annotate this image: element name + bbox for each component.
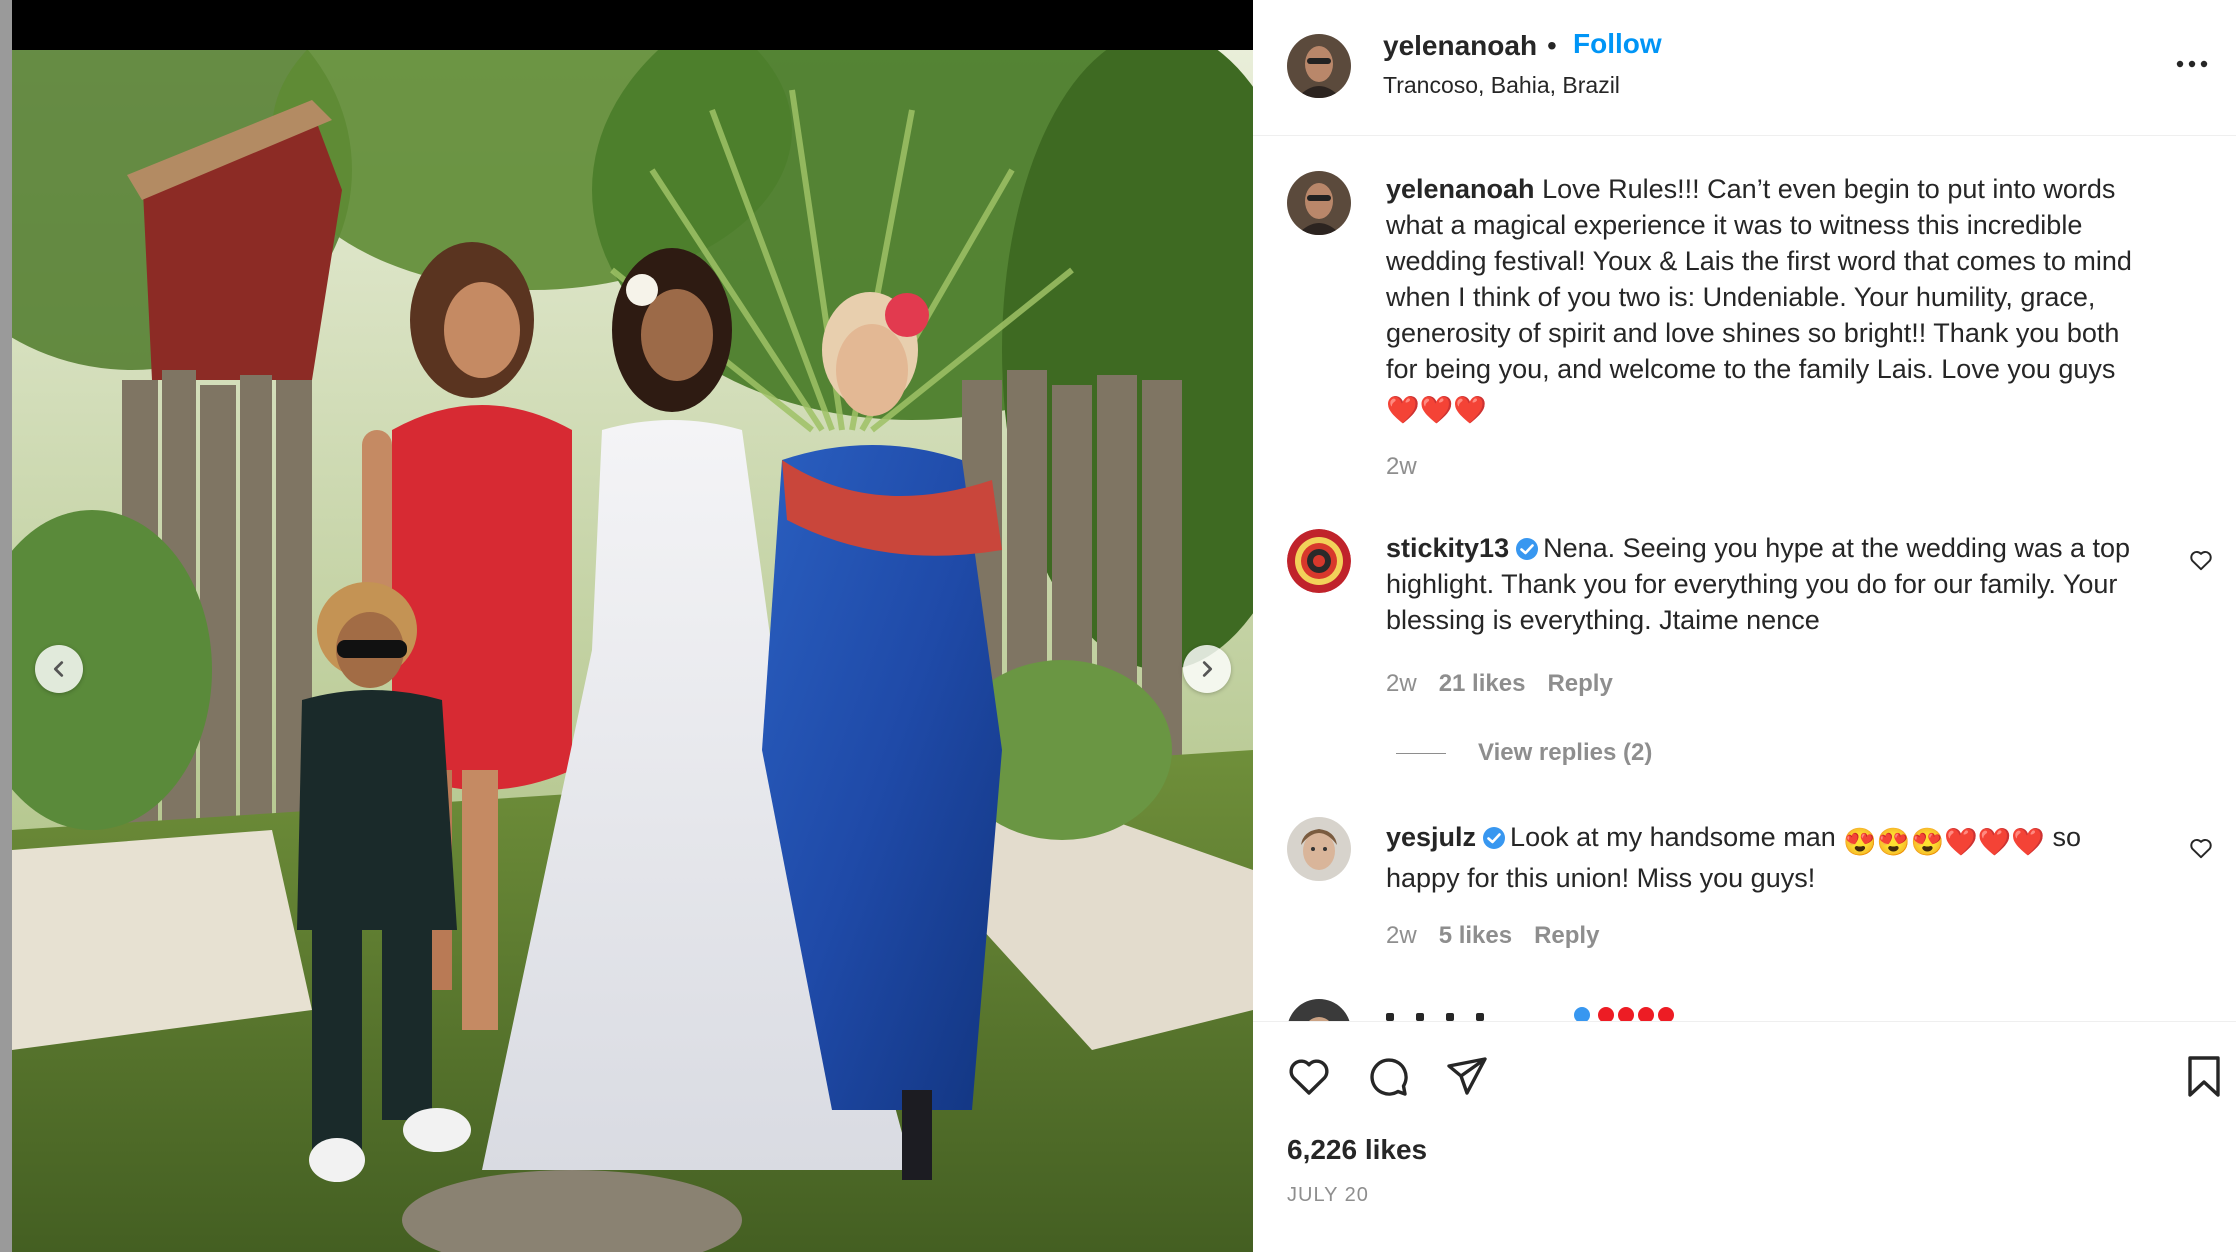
author-username[interactable]: yelenanoah <box>1383 30 1537 62</box>
author-avatar[interactable] <box>1287 34 1351 98</box>
post-actions: 6,226 likes JULY 20 <box>1253 1021 2236 1252</box>
next-photo-button[interactable] <box>1183 645 1231 693</box>
follow-button[interactable]: Follow <box>1573 28 1662 60</box>
comment-text: yesjulz Look at my handsome man 😍😍😍❤️❤️❤️… <box>1386 819 2146 896</box>
chevron-left-icon <box>53 661 64 677</box>
comment-time[interactable]: 2w <box>1386 670 1417 697</box>
comments-list[interactable]: yelenanoah Love Rules!!! Can’t even begi… <box>1253 137 2236 1021</box>
comment-meta: 2w 5 likes Reply <box>1386 922 1621 950</box>
comment-meta: 2w 21 likes Reply <box>1386 670 1635 698</box>
post-photo[interactable] <box>12 50 1253 1252</box>
more-options-button[interactable] <box>2170 42 2214 86</box>
chevron-right-icon <box>1202 661 1213 677</box>
verified-badge-icon <box>1516 538 1539 560</box>
instagram-post-viewer: yelenanoah • Follow Trancoso, Bahia, Bra… <box>0 0 2236 1252</box>
comment-avatar-stickity13[interactable] <box>1287 529 1351 593</box>
comment-username[interactable]: yesjulz <box>1386 822 1476 852</box>
post-header: yelenanoah • Follow Trancoso, Bahia, Bra… <box>1253 0 2236 136</box>
view-replies-button[interactable]: View replies (2) <box>1396 739 1652 767</box>
more-horizontal-icon <box>2176 60 2208 68</box>
comment-likes[interactable]: 21 likes <box>1439 670 1526 697</box>
caption-emoji: ❤️❤️❤️ <box>1386 395 1487 425</box>
comment-like-heart-icon[interactable] <box>2188 547 2214 573</box>
post-location[interactable]: Trancoso, Bahia, Brazil <box>1383 72 1620 99</box>
post-media <box>0 0 1253 1252</box>
post-date[interactable]: JULY 20 <box>1287 1184 1369 1207</box>
comment-text: stickity13 Nena. Seeing you hype at the w… <box>1386 530 2146 638</box>
caption-body: Love Rules!!! Can’t even begin to put in… <box>1386 174 2132 384</box>
caption-avatar[interactable] <box>1287 171 1351 235</box>
comment-avatar-yesjulz[interactable] <box>1287 817 1351 881</box>
comment-avatar-partial[interactable] <box>1287 999 1351 1021</box>
comment-body-start: Look at my handsome man <box>1510 822 1836 852</box>
view-replies-label: View replies (2) <box>1478 739 1653 766</box>
separator-dot: • <box>1547 30 1557 61</box>
previous-photo-button[interactable] <box>35 645 83 693</box>
post-details-panel: yelenanoah • Follow Trancoso, Bahia, Bra… <box>1253 0 2236 1252</box>
share-send-icon[interactable] <box>1443 1052 1491 1100</box>
comment-time[interactable]: 2w <box>1386 922 1417 949</box>
comment-reply-button[interactable]: Reply <box>1534 922 1599 949</box>
media-edge <box>0 0 12 1252</box>
save-bookmark-icon[interactable] <box>2180 1052 2228 1100</box>
comment-emoji: 😍😍😍❤️❤️❤️ <box>1843 827 2045 857</box>
verified-badge-icon <box>1483 827 1506 849</box>
comment-bubble-icon[interactable] <box>1365 1052 1413 1100</box>
comment-reply-button[interactable]: Reply <box>1547 670 1612 697</box>
comment-username[interactable]: stickity13 <box>1386 533 1509 563</box>
partial-comment-glyphs <box>1386 1007 1674 1021</box>
caption-meta: 2w <box>1386 453 1439 481</box>
caption-text: yelenanoah Love Rules!!! Can’t even begi… <box>1386 171 2146 428</box>
caption-username[interactable]: yelenanoah <box>1386 174 1535 204</box>
like-heart-icon[interactable] <box>1285 1052 1333 1100</box>
caption-time[interactable]: 2w <box>1386 453 1417 480</box>
post-likes-count[interactable]: 6,226 likes <box>1287 1134 1427 1166</box>
replies-divider <box>1396 752 1446 754</box>
comment-like-heart-icon[interactable] <box>2188 835 2214 861</box>
comment-likes[interactable]: 5 likes <box>1439 922 1512 949</box>
comment-partial <box>1386 1007 2146 1021</box>
